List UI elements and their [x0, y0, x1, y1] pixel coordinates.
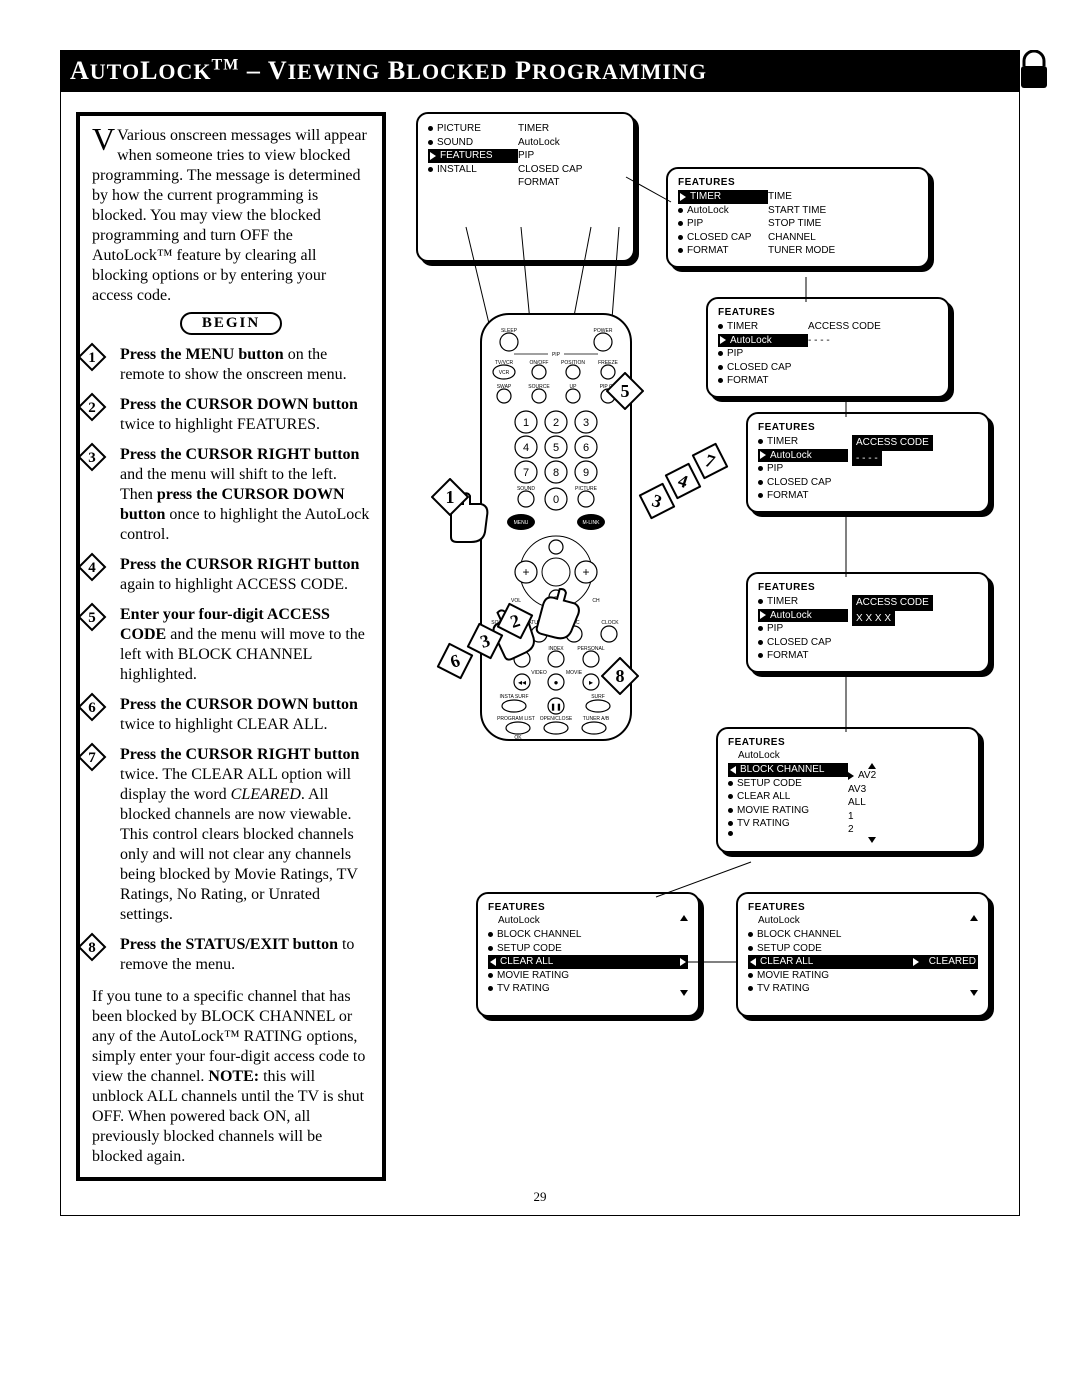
svg-text:7: 7 — [523, 467, 529, 479]
svg-text:●: ● — [554, 678, 559, 687]
svg-text:M-LINK: M-LINK — [583, 520, 601, 526]
callout-8: 8 — [601, 657, 639, 695]
intro-text: VVarious onscreen messages will appear w… — [92, 126, 370, 306]
svg-text:0: 0 — [553, 494, 559, 506]
step-5: 5 Enter your four-digit ACCESS CODE and … — [92, 605, 370, 685]
svg-text:+: + — [522, 565, 529, 579]
step-3: 3 Press the CURSOR RIGHT button and the … — [92, 445, 370, 545]
svg-text:VCR: VCR — [499, 370, 510, 376]
svg-text:4: 4 — [88, 560, 96, 576]
step-8: 8 Press the STATUS/EXIT button to remove… — [92, 935, 370, 975]
svg-text:5: 5 — [553, 442, 559, 454]
svg-text:▸: ▸ — [589, 678, 593, 687]
step-4: 4 Press the CURSOR RIGHT button again to… — [92, 555, 370, 595]
svg-text:7: 7 — [88, 750, 96, 766]
osd-clear-all: FEATURES AutoLock BLOCK CHANNEL SETUP CO… — [476, 892, 700, 1017]
lock-icon — [1018, 50, 1050, 90]
svg-text:OPEN/CLOSE: OPEN/CLOSE — [540, 716, 573, 722]
osd-access-code-entered: FEATURES TIMER AutoLock PIP CLOSED CAP F… — [746, 572, 990, 673]
step-7: 7 Press the CURSOR RIGHT button twice. T… — [92, 745, 370, 925]
osd-features-timer: FEATURES TIMER AutoLock PIP CLOSED CAP F… — [666, 167, 930, 268]
svg-text:4: 4 — [523, 442, 529, 454]
svg-text:6: 6 — [583, 442, 589, 454]
svg-text:3: 3 — [88, 450, 96, 466]
svg-text:3: 3 — [583, 417, 589, 429]
svg-text:8: 8 — [616, 666, 625, 686]
callout-5: 5 — [606, 372, 644, 410]
osd-access-code-blank: FEATURES TIMER AutoLock PIP CLOSED CAP F… — [746, 412, 990, 513]
svg-text:2: 2 — [88, 400, 96, 416]
instructions-column: VVarious onscreen messages will appear w… — [76, 112, 386, 1181]
osd-block-channel: FEATURES AutoLock BLOCK CHANNEL SETUP CO… — [716, 727, 980, 853]
svg-text:6: 6 — [88, 700, 96, 716]
svg-text:MENU: MENU — [514, 520, 529, 526]
svg-text:◂◂: ◂◂ — [518, 678, 526, 687]
svg-text:8: 8 — [88, 940, 96, 956]
svg-text:1: 1 — [446, 487, 455, 507]
diagram-column: PICTURE SOUND FEATURES INSTALL TIMER Aut… — [416, 112, 1004, 1181]
svg-text:PROGRAM LIST: PROGRAM LIST — [497, 716, 535, 722]
svg-text:8: 8 — [553, 467, 559, 479]
svg-text:1: 1 — [88, 350, 96, 366]
svg-text:TUNER A/B: TUNER A/B — [583, 716, 610, 722]
page-title-bar: AUTOLOCKTM – VIEWING BLOCKED PROGRAMMING — [60, 50, 1020, 92]
svg-text:OK: OK — [514, 735, 522, 741]
page-title: AUTOLOCKTM – VIEWING BLOCKED PROGRAMMING — [70, 56, 707, 85]
step-2: 2 Press the CURSOR DOWN button twice to … — [92, 395, 370, 435]
osd-features-autolock: FEATURES TIMER AutoLock PIP CLOSED CAP F… — [706, 297, 950, 398]
svg-text:9: 9 — [583, 467, 589, 479]
callout-1: 1 — [431, 478, 469, 516]
note-text: If you tune to a specific channel that h… — [92, 987, 370, 1167]
svg-text:VIDEO: VIDEO — [531, 670, 547, 676]
svg-text:5: 5 — [621, 381, 630, 401]
svg-text:INSTA SURF: INSTA SURF — [499, 694, 528, 700]
svg-text:1: 1 — [523, 417, 529, 429]
svg-text:CLOCK: CLOCK — [601, 620, 619, 626]
svg-text:❚❚: ❚❚ — [550, 703, 562, 711]
step-6: 6 Press the CURSOR DOWN button twice to … — [92, 695, 370, 735]
osd-cleared: FEATURES AutoLock BLOCK CHANNEL SETUP CO… — [736, 892, 990, 1017]
begin-label: BEGIN — [180, 312, 282, 335]
svg-text:+: + — [582, 565, 589, 579]
svg-text:CH: CH — [592, 598, 600, 604]
svg-text:PIP: PIP — [552, 352, 561, 358]
page-number: 29 — [76, 1189, 1004, 1205]
svg-text:MOVIE: MOVIE — [566, 670, 583, 676]
step-1: 1 Press the MENU button on the remote to… — [92, 345, 370, 385]
svg-text:2: 2 — [553, 417, 559, 429]
svg-text:5: 5 — [88, 610, 96, 626]
